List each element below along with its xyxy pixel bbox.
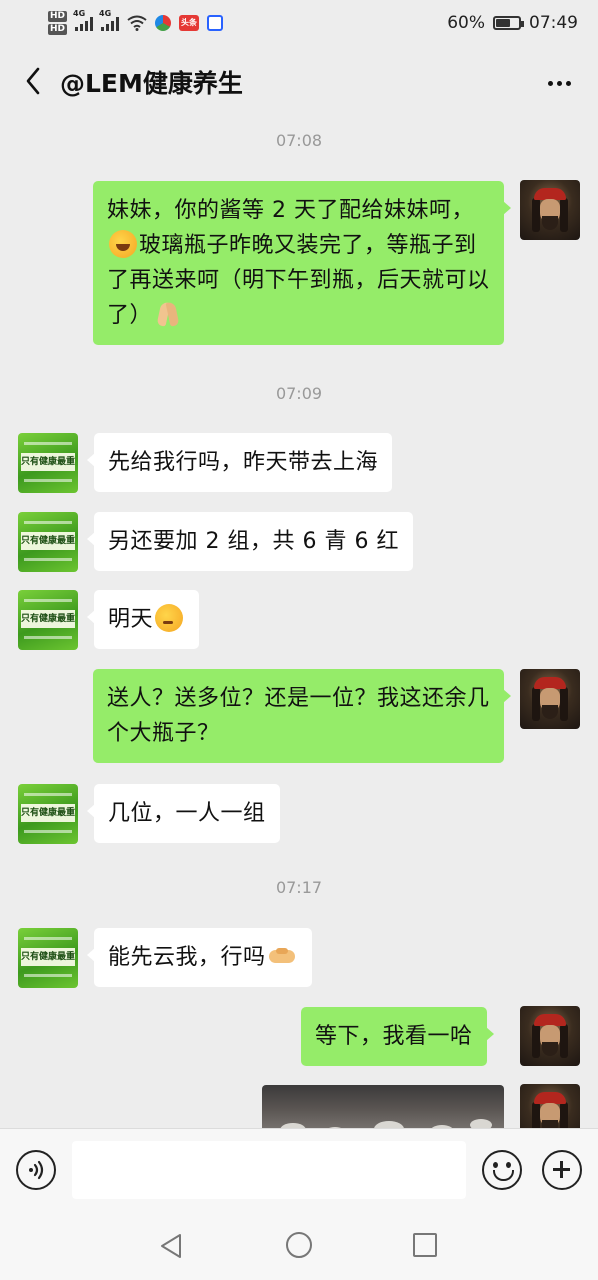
message-bubble-incoming[interactable]: 几位，一人一组: [87, 784, 280, 843]
my-avatar[interactable]: [520, 1006, 580, 1066]
contact-avatar[interactable]: 只有健康最重要: [18, 590, 78, 650]
my-avatar[interactable]: [520, 180, 580, 240]
contact-avatar[interactable]: 只有健康最重要: [18, 433, 78, 493]
back-button[interactable]: [18, 66, 48, 96]
status-icons-right: 60% 07:49: [447, 13, 578, 33]
signal-label-2: 4G: [99, 9, 112, 18]
contact-avatar-caption: 只有健康最重要: [21, 532, 75, 550]
message-text: 能先云我，行吗: [108, 945, 266, 970]
more-actions-button[interactable]: [542, 1150, 582, 1190]
message-text: 妹妹，你的酱等 2 天了配给妹妹呵，: [107, 198, 474, 223]
message-text: 明天: [108, 607, 154, 632]
input-bar: [0, 1128, 598, 1212]
voice-icon: [29, 1160, 44, 1180]
contact-avatar-caption: 只有健康最重要: [21, 610, 75, 628]
hd-bottom-label: HD: [48, 24, 68, 35]
more-button[interactable]: [544, 68, 574, 98]
contact-avatar[interactable]: 只有健康最重要: [18, 928, 78, 988]
timestamp: 07:17: [275, 878, 323, 897]
contact-avatar-caption: 只有健康最重要: [21, 948, 75, 966]
message-bubble-incoming[interactable]: 能先云我，行吗: [87, 928, 312, 987]
status-time: 07:49: [529, 13, 578, 33]
message-bubble-outgoing[interactable]: 等下，我看一哈: [301, 1007, 494, 1066]
chat-header: @LEM健康养生: [0, 46, 598, 116]
handshake-emoji-icon: [268, 942, 296, 970]
signal-label: 4G: [73, 9, 86, 18]
contact-avatar-caption: 只有健康最重要: [21, 453, 75, 471]
message-text: 另还要加 2 组，共 6 青 6 红: [108, 529, 399, 554]
message-bubble-outgoing[interactable]: 送人？送多位？还是一位？我这还余几个大瓶子？: [93, 669, 511, 763]
chevron-left-icon: [26, 67, 40, 95]
paw-app-icon: [207, 15, 224, 31]
system-nav-bar: [0, 1212, 598, 1280]
news-app-icon: 头条: [179, 15, 200, 31]
contact-avatar[interactable]: 只有健康最重要: [18, 512, 78, 572]
timestamp: 07:08: [275, 131, 323, 150]
folded-hands-emoji-icon: [154, 300, 182, 328]
browser-app-icon: [155, 15, 172, 31]
more-dots-icon: [547, 80, 553, 86]
wifi-icon: [127, 15, 147, 31]
message-image-outgoing[interactable]: [262, 1085, 504, 1128]
voice-button[interactable]: [16, 1150, 56, 1190]
hd-top-label: HD: [48, 11, 68, 22]
chat-title: @LEM健康养生: [60, 69, 243, 98]
thinking-face-emoji-icon: [155, 604, 184, 632]
message-list[interactable]: 07:08 妹妹，你的酱等 2 天了配给妹妹呵，玻璃瓶子昨晚又装完了，等瓶子到了…: [0, 116, 598, 1128]
message-text: 等下，我看一哈: [315, 1024, 473, 1049]
circle-home-icon[interactable]: [286, 1232, 312, 1258]
message-bubble-incoming[interactable]: 另还要加 2 组，共 6 青 6 红: [87, 512, 413, 571]
contact-avatar[interactable]: 只有健康最重要: [18, 784, 78, 844]
laughing-crying-emoji-icon: [109, 230, 137, 258]
hd-indicator: HD HD: [48, 10, 68, 36]
signal-icon: 4G: [73, 9, 94, 31]
my-avatar[interactable]: [520, 669, 580, 729]
signal-icon-2: 4G: [99, 9, 120, 31]
message-text: 先给我行吗，昨天带去上海: [108, 450, 379, 475]
triangle-back-icon[interactable]: [158, 1232, 184, 1260]
my-avatar[interactable]: [520, 1084, 580, 1128]
battery-percent: 60%: [447, 13, 485, 33]
message-text: 送人？送多位？还是一位？我这还余几个大瓶子？: [107, 686, 490, 746]
message-bubble-outgoing[interactable]: 妹妹，你的酱等 2 天了配给妹妹呵，玻璃瓶子昨晚又装完了，等瓶子到了再送来呵（明…: [93, 181, 511, 345]
message-text: 几位，一人一组: [108, 801, 266, 826]
square-recent-icon[interactable]: [413, 1233, 437, 1257]
emoji-button[interactable]: [482, 1150, 522, 1190]
status-bar: HD HD 4G 4G 头条 60% 07:49: [0, 0, 598, 46]
timestamp: 07:09: [275, 384, 323, 403]
message-input[interactable]: [72, 1141, 466, 1199]
message-bubble-incoming[interactable]: 明天: [86, 590, 200, 649]
message-bubble-incoming[interactable]: 先给我行吗，昨天带去上海: [86, 433, 393, 492]
battery-icon: [493, 16, 524, 30]
status-icons-left: HD HD 4G 4G 头条: [48, 9, 224, 36]
contact-avatar-caption: 只有健康最重要: [21, 804, 75, 822]
